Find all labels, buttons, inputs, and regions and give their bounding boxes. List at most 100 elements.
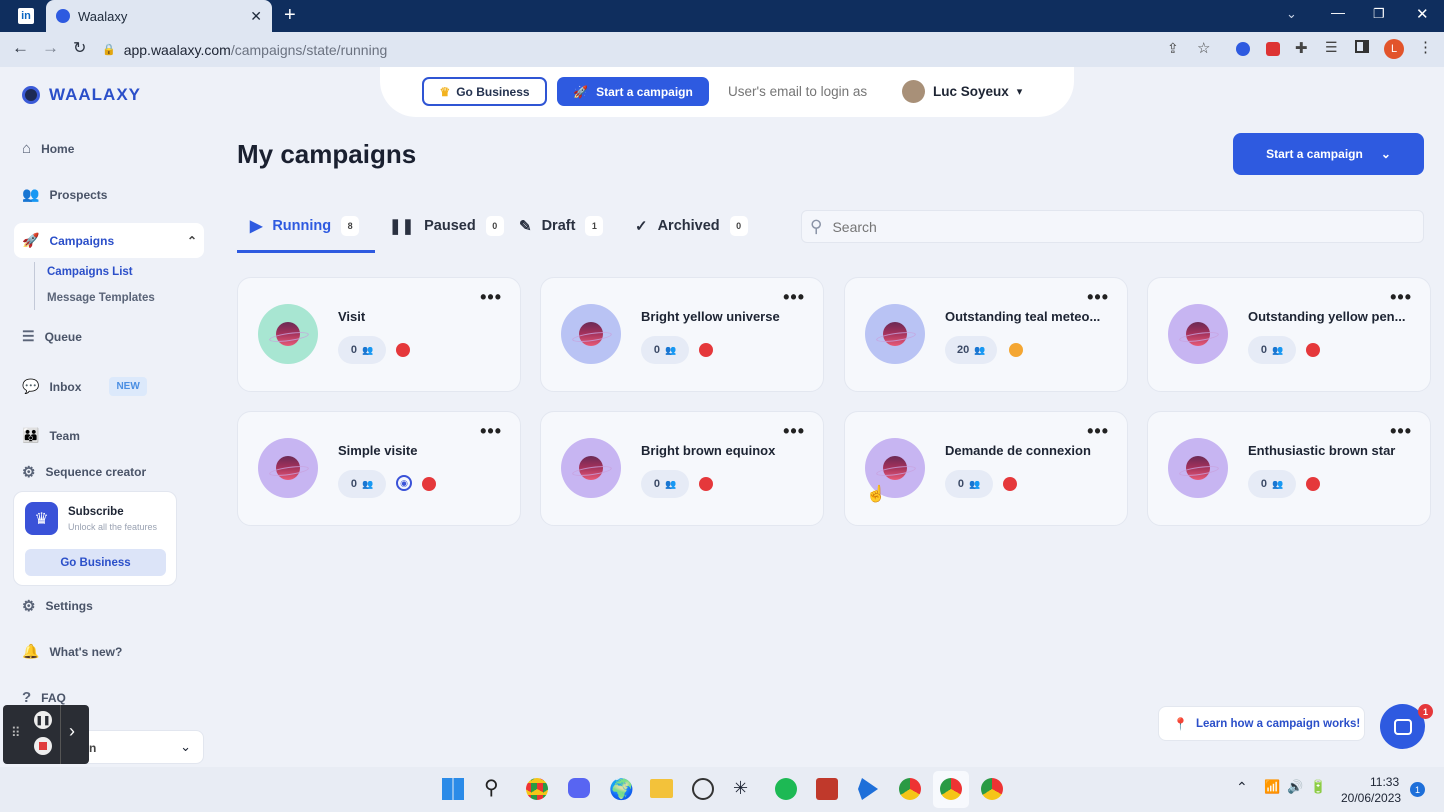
campaign-card[interactable]: Bright brown equinox ••• 0 👥 — [540, 411, 824, 526]
tray-chevron-icon[interactable]: ⌃ — [1236, 779, 1248, 796]
chrome-taskbar-icon-2[interactable] — [899, 778, 921, 800]
file-explorer-taskbar-icon[interactable] — [650, 779, 673, 798]
sidebar-item-inbox[interactable]: 💬 Inbox NEW — [22, 377, 147, 396]
campaign-card[interactable]: Simple visite ••• 0 👥 ◉ — [237, 411, 521, 526]
sidebar-item-queue[interactable]: ☰ Queue — [22, 328, 82, 345]
chrome-taskbar-icon[interactable] — [526, 778, 548, 800]
user-menu[interactable]: Luc Soyeux ▾ — [902, 80, 1022, 103]
search-input[interactable] — [832, 218, 1393, 235]
campaign-card[interactable]: Visit ••• 0 👥 — [237, 277, 521, 392]
restore-icon[interactable]: ❐ — [1373, 6, 1385, 22]
clock-date[interactable]: 20/06/2023 — [1341, 791, 1401, 805]
slack-taskbar-icon[interactable]: ✳ — [733, 778, 748, 799]
app-blue-taskbar-icon[interactable] — [858, 778, 878, 800]
extensions-puzzle-icon[interactable]: ✚ — [1295, 39, 1308, 57]
reading-list-icon[interactable]: ☰ — [1325, 39, 1338, 56]
sidebar-item-whats-new[interactable]: 🔔 What's new? — [22, 643, 122, 660]
browser-menu-icon[interactable]: ⋮ — [1418, 38, 1433, 56]
address-bar[interactable]: 🔒 app.waalaxy.com /campaigns/state/runni… — [102, 38, 1222, 61]
more-options-icon[interactable]: ••• — [1087, 422, 1109, 440]
sidebar-campaigns-list[interactable]: Campaigns List — [47, 266, 133, 278]
pause-recording-icon[interactable]: ❚❚ — [34, 711, 52, 729]
sidebar-home-label: Home — [41, 141, 75, 156]
linkedin-icon[interactable]: in — [18, 8, 34, 24]
campaign-card[interactable]: Demande de connexion ••• 0 👥 — [844, 411, 1128, 526]
campaign-name[interactable]: Outstanding teal meteo... — [945, 309, 1117, 324]
more-options-icon[interactable]: ••• — [1087, 288, 1109, 306]
learn-campaign-link[interactable]: 📍 Learn how a campaign works! — [1158, 706, 1365, 741]
subscribe-go-business-button[interactable]: Go Business — [25, 549, 166, 576]
sidebar-campaigns-row[interactable]: 🚀 Campaigns ⌃ — [22, 232, 197, 249]
sidebar-item-prospects[interactable]: 👥 Prospects — [22, 186, 107, 203]
waalaxy-extension-icon[interactable] — [1236, 42, 1250, 56]
go-business-button[interactable]: ♛ Go Business — [422, 77, 547, 106]
waalaxy-logo[interactable]: WAALAXY — [22, 85, 141, 105]
drag-handle-icon[interactable]: ⠿ — [11, 725, 21, 741]
campaign-name[interactable]: Demande de connexion — [945, 443, 1117, 458]
expand-recorder-icon[interactable]: › — [69, 721, 75, 742]
search-taskbar-icon[interactable]: ⚲ — [484, 775, 499, 800]
sidebar-settings-label: Settings — [45, 599, 93, 613]
wifi-icon[interactable]: 📶 — [1264, 779, 1280, 795]
more-options-icon[interactable]: ••• — [1390, 288, 1412, 306]
stop-recording-icon[interactable] — [34, 737, 52, 755]
campaign-card[interactable]: Bright yellow universe ••• 0 👥 — [540, 277, 824, 392]
campaign-card[interactable]: Outstanding teal meteo... ••• 20 👥 — [844, 277, 1128, 392]
tab-list-icon[interactable]: ⌄ — [1286, 6, 1297, 22]
start-campaign-dropdown-button[interactable]: Start a campaign ⌄ — [1233, 133, 1424, 175]
obs-taskbar-icon[interactable] — [692, 778, 714, 800]
tab-paused[interactable]: ❚❚ Paused 0 — [389, 214, 504, 238]
tab-running[interactable]: ▶ Running 8 — [250, 214, 360, 238]
battery-icon[interactable]: 🔋 — [1310, 779, 1326, 795]
more-options-icon[interactable]: ••• — [783, 422, 805, 440]
chevron-up-icon[interactable]: ⌃ — [187, 234, 197, 248]
bookmark-star-icon[interactable]: ☆ — [1197, 39, 1210, 57]
campaign-card[interactable]: Enthusiastic brown star ••• 0 👥 — [1147, 411, 1431, 526]
campaign-name[interactable]: Bright yellow universe — [641, 309, 813, 324]
notification-count-badge[interactable]: 1 — [1410, 782, 1425, 797]
more-options-icon[interactable]: ••• — [1390, 422, 1412, 440]
minimize-icon[interactable]: — — [1331, 4, 1345, 20]
header-start-campaign-button[interactable]: 🚀 Start a campaign — [557, 77, 709, 106]
volume-icon[interactable]: 🔊 — [1287, 779, 1303, 795]
globe-taskbar-icon[interactable]: 🌍 — [609, 777, 634, 802]
browser-tab-waalaxy[interactable]: Waalaxy ✕ — [46, 0, 272, 32]
side-panel-icon[interactable] — [1355, 40, 1369, 53]
reload-icon[interactable]: ↻ — [73, 38, 86, 58]
profile-avatar[interactable]: L — [1384, 39, 1404, 59]
more-options-icon[interactable]: ••• — [480, 288, 502, 306]
more-options-icon[interactable]: ••• — [783, 288, 805, 306]
sidebar-message-templates[interactable]: Message Templates — [47, 292, 155, 304]
sidebar-item-team[interactable]: 👪 Team — [22, 427, 80, 444]
sidebar-item-settings[interactable]: ⚙ Settings — [22, 597, 93, 615]
campaign-name[interactable]: Bright brown equinox — [641, 443, 813, 458]
search-box[interactable]: ⚲ — [801, 210, 1424, 243]
share-icon[interactable]: ⇪ — [1167, 40, 1179, 57]
campaign-name[interactable]: Simple visite — [338, 443, 510, 458]
back-icon[interactable]: ← — [12, 38, 29, 58]
tab-archived[interactable]: ✓ Archived 0 — [635, 214, 748, 238]
forward-icon[interactable]: → — [42, 38, 59, 58]
spotify-taskbar-icon[interactable] — [775, 778, 797, 800]
chrome-taskbar-icon-3[interactable] — [981, 778, 1003, 800]
campaign-name[interactable]: Enthusiastic brown star — [1248, 443, 1420, 458]
windows-start-icon[interactable] — [442, 778, 464, 800]
new-tab-icon[interactable]: + — [284, 4, 296, 27]
login-as-email-input[interactable] — [728, 79, 888, 103]
campaign-name[interactable]: Outstanding yellow pen... — [1248, 309, 1420, 324]
extension-icon[interactable] — [1266, 42, 1280, 56]
discord-taskbar-icon[interactable] — [568, 778, 590, 798]
close-tab-icon[interactable]: ✕ — [250, 8, 262, 25]
campaign-card[interactable]: Outstanding yellow pen... ••• 0 👥 — [1147, 277, 1431, 392]
close-window-icon[interactable]: ✕ — [1416, 5, 1429, 23]
chrome-taskbar-icon-active[interactable] — [933, 771, 969, 808]
tab-draft[interactable]: ✎ Draft 1 — [519, 214, 604, 238]
sidebar-item-sequence-creator[interactable]: ⚙ Sequence creator — [22, 463, 146, 481]
app-taskbar-icon[interactable] — [816, 778, 838, 800]
sidebar-item-home[interactable]: ⌂ Home — [22, 140, 74, 157]
campaign-name[interactable]: Visit — [338, 309, 510, 324]
status-dot — [1003, 477, 1017, 491]
more-options-icon[interactable]: ••• — [480, 422, 502, 440]
clock-time[interactable]: 11:33 — [1370, 775, 1399, 789]
sidebar-item-faq[interactable]: ? FAQ — [22, 689, 66, 706]
